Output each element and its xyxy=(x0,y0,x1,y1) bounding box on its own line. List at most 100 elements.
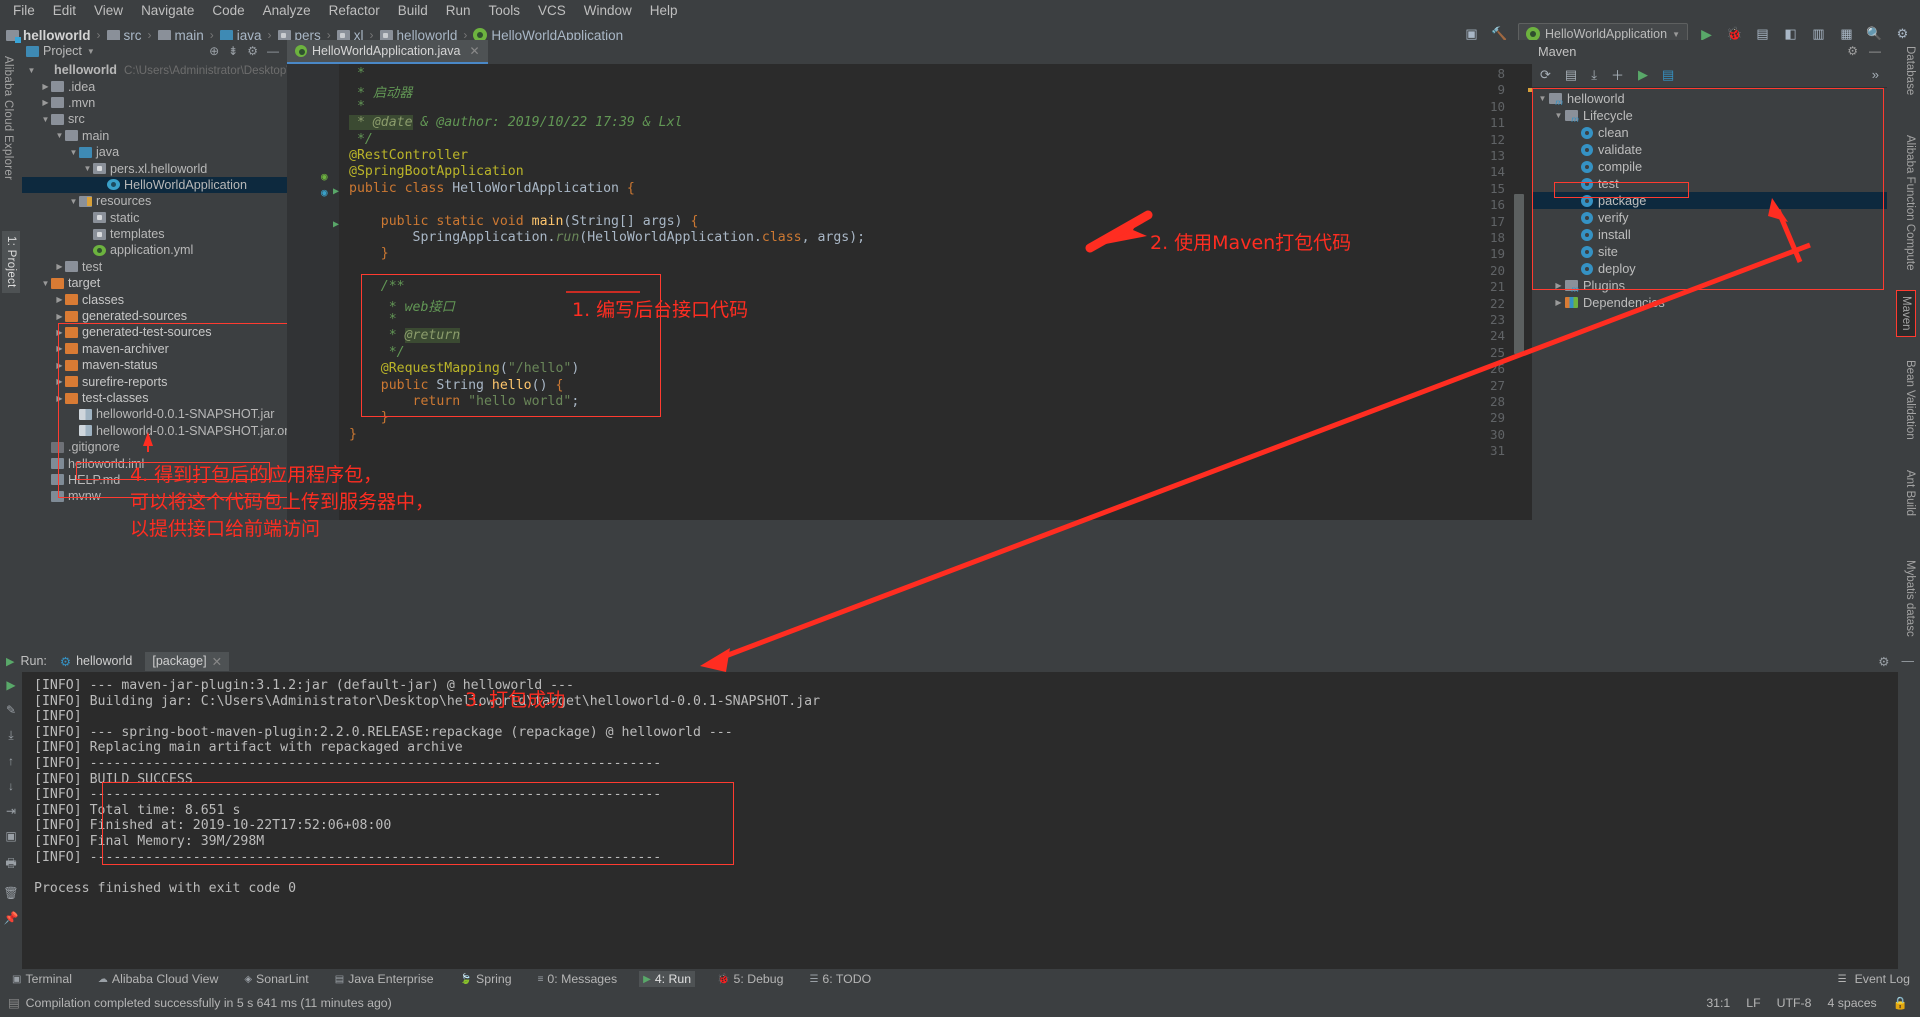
sidebar-tab-mybatis-datasource[interactable]: Mybatis datasc xyxy=(1904,560,1916,637)
maven-tree-item-site[interactable]: site xyxy=(1532,243,1887,260)
pin-icon[interactable]: 📌 xyxy=(4,911,19,925)
bottom-tab-5-debug[interactable]: 🐞 5: Debug xyxy=(713,971,787,987)
camera-icon[interactable]: ▣ xyxy=(5,829,16,843)
project-tree-item-helloworldapplication[interactable]: HelloWorldApplication xyxy=(22,176,287,194)
maven-tree-item-compile[interactable]: compile xyxy=(1532,158,1887,175)
maven-tree-item-dependencies[interactable]: ▶ Dependencies xyxy=(1532,294,1887,311)
maven-tree-item-helloworld[interactable]: ▼ helloworld xyxy=(1532,90,1887,107)
event-log-label[interactable]: Event Log xyxy=(1855,972,1910,986)
edit-icon[interactable]: ✎ xyxy=(6,703,16,717)
sidebar-tab-alibaba-function-compute[interactable]: Alibaba Function Compute xyxy=(1904,135,1916,271)
project-tree-item-application-yml[interactable]: application.yml xyxy=(22,242,287,258)
project-tree-item--gitignore[interactable]: .gitignore xyxy=(22,439,287,455)
menu-item-refactor[interactable]: Refactor xyxy=(320,0,389,22)
project-tree-item-generated-test-sources[interactable]: ▶ generated-test-sources xyxy=(22,324,287,340)
chevron-down-icon[interactable]: ▼ xyxy=(68,148,79,157)
project-tree-item--idea[interactable]: ▶ .idea xyxy=(22,78,287,94)
generate-sources-icon[interactable]: ▤ xyxy=(1565,67,1577,83)
menu-item-window[interactable]: Window xyxy=(575,0,641,22)
hide-icon[interactable]: — xyxy=(1902,654,1915,669)
close-icon[interactable]: ✕ xyxy=(469,44,479,58)
chevron-down-icon[interactable]: ▼ xyxy=(1536,94,1549,103)
chevron-right-icon[interactable]: ▶ xyxy=(40,82,51,91)
bottom-tab-terminal[interactable]: ▣ Terminal xyxy=(8,971,76,987)
sidebar-tab-project[interactable]: 1: Project xyxy=(2,231,20,293)
run-tab-goal[interactable]: [package] ✕ xyxy=(145,651,230,671)
chevron-down-icon[interactable]: ▼ xyxy=(26,66,37,75)
maven-tree-item-package[interactable]: package xyxy=(1532,192,1887,209)
code-editor[interactable]: 8 9 10 11 12 13 14 15 16 17 18 19 20 21 22 23 24 25 26 27 28… xyxy=(287,64,1532,520)
chevron-right-icon[interactable]: ▶ xyxy=(54,262,65,271)
project-tree-item-main[interactable]: ▼ main xyxy=(22,128,287,144)
sidebar-tab-alibaba-cloud-explorer[interactable]: Alibaba Cloud Explorer xyxy=(2,56,14,180)
menu-item-run[interactable]: Run xyxy=(437,0,480,22)
project-tree-item-surefire-reports[interactable]: ▶ surefire-reports xyxy=(22,373,287,389)
rerun-icon[interactable]: ▶ xyxy=(6,678,15,692)
maven-tree-item-clean[interactable]: clean xyxy=(1532,124,1887,141)
bottom-tab-sonarlint[interactable]: ◈ SonarLint xyxy=(240,971,312,987)
chevron-right-icon[interactable]: ▶ xyxy=(40,98,51,107)
hide-icon[interactable]: — xyxy=(267,44,279,58)
gear-icon[interactable]: ⚙ xyxy=(247,44,258,58)
menu-item-help[interactable]: Help xyxy=(641,0,687,22)
print-icon[interactable]: 🖶 xyxy=(5,854,16,875)
maven-tree-item-lifecycle[interactable]: ▼ Lifecycle xyxy=(1532,107,1887,124)
chevron-right-icon[interactable]: ▶ xyxy=(54,328,65,337)
editor-tab-helloworldapplication[interactable]: HelloWorldApplication.java ✕ xyxy=(287,40,488,64)
chevron-down-icon[interactable]: ▼ xyxy=(68,197,79,206)
close-icon[interactable]: ✕ xyxy=(212,654,222,669)
menu-item-code[interactable]: Code xyxy=(203,0,253,22)
chevron-down-icon[interactable]: ▼ xyxy=(82,164,93,173)
project-tree-item-helloworld[interactable]: ▼ helloworld C:\Users\Administrator\Deskto… xyxy=(22,62,287,78)
gear-icon[interactable]: ⚙ xyxy=(1878,654,1889,669)
spring-bean-gutter-icon[interactable]: ◉ xyxy=(321,170,328,183)
maven-tree-item-plugins[interactable]: ▶ Plugins xyxy=(1532,277,1887,294)
project-tree-item-src[interactable]: ▼ src xyxy=(22,111,287,127)
add-icon[interactable]: ＋ xyxy=(1611,65,1624,84)
menu-item-view[interactable]: View xyxy=(85,0,132,22)
run-gutter-icon[interactable]: ▶ xyxy=(333,186,339,197)
bottom-tab-6-todo[interactable]: ☰ 6: TODO xyxy=(805,971,875,987)
chevron-right-icon[interactable]: ▶ xyxy=(54,394,65,403)
bottom-tab-4-run[interactable]: ▶ 4: Run xyxy=(639,971,696,987)
hide-icon[interactable]: — xyxy=(1869,44,1881,58)
project-tree-item-generated-sources[interactable]: ▶ generated-sources xyxy=(22,308,287,324)
caret-position[interactable]: 31:1 xyxy=(1706,996,1730,1010)
execute-goal-icon[interactable]: ▤ xyxy=(1662,67,1674,83)
project-tree-item-pers-xl-helloworld[interactable]: ▼ pers.xl.helloworld xyxy=(22,160,287,176)
project-tree-item-test-classes[interactable]: ▶ test-classes xyxy=(22,390,287,406)
reimport-icon[interactable]: ⟳ xyxy=(1540,67,1551,83)
project-tree-item-helloworld-0-0-1-snapshot-jar[interactable]: helloworld-0.0.1-SNAPSHOT.jar xyxy=(22,406,287,422)
maven-tree-item-test[interactable]: test xyxy=(1532,175,1887,192)
file-encoding[interactable]: UTF-8 xyxy=(1777,996,1812,1010)
project-tree-item--mvn[interactable]: ▶ .mvn xyxy=(22,95,287,111)
menu-item-analyze[interactable]: Analyze xyxy=(254,0,320,22)
sidebar-tab-ant-build[interactable]: Ant Build xyxy=(1904,470,1916,516)
project-tree-item-static[interactable]: static xyxy=(22,210,287,226)
indent-setting[interactable]: 4 spaces xyxy=(1827,996,1876,1010)
more-icon[interactable]: » xyxy=(1872,67,1879,82)
project-tree-item-templates[interactable]: templates xyxy=(22,226,287,242)
chevron-right-icon[interactable]: ▶ xyxy=(1552,298,1565,307)
project-tree-item-classes[interactable]: ▶ classes xyxy=(22,291,287,307)
bottom-tab-java-enterprise[interactable]: ▤ Java Enterprise xyxy=(331,971,438,987)
locate-icon[interactable]: ⊕ xyxy=(209,44,219,58)
maven-tree-item-verify[interactable]: verify xyxy=(1532,209,1887,226)
chevron-right-icon[interactable]: ▶ xyxy=(54,312,65,321)
run-maven-build-icon[interactable]: ▶ xyxy=(1638,67,1648,83)
chevron-right-icon[interactable]: ▶ xyxy=(54,377,65,386)
menu-item-vcs[interactable]: VCS xyxy=(529,0,575,22)
run-tab-project[interactable]: ⚙ helloworld xyxy=(53,652,140,671)
menu-item-file[interactable]: File xyxy=(4,0,44,22)
chevron-down-icon[interactable]: ▼ xyxy=(87,47,95,56)
download-sources-icon[interactable]: ⤓ xyxy=(1591,67,1597,83)
bottom-tab-0-messages[interactable]: ≡ 0: Messages xyxy=(534,971,622,987)
project-tree-item-test[interactable]: ▶ test xyxy=(22,259,287,275)
collapse-all-icon[interactable]: ⇟ xyxy=(228,44,238,58)
menu-item-navigate[interactable]: Navigate xyxy=(132,0,203,22)
lock-icon[interactable]: 🔒 xyxy=(1893,996,1908,1011)
chevron-right-icon[interactable]: ▶ xyxy=(54,361,65,370)
chevron-down-icon[interactable]: ▼ xyxy=(1552,111,1565,120)
maven-tree-item-install[interactable]: install xyxy=(1532,226,1887,243)
sidebar-tab-database[interactable]: Database xyxy=(1904,46,1916,95)
